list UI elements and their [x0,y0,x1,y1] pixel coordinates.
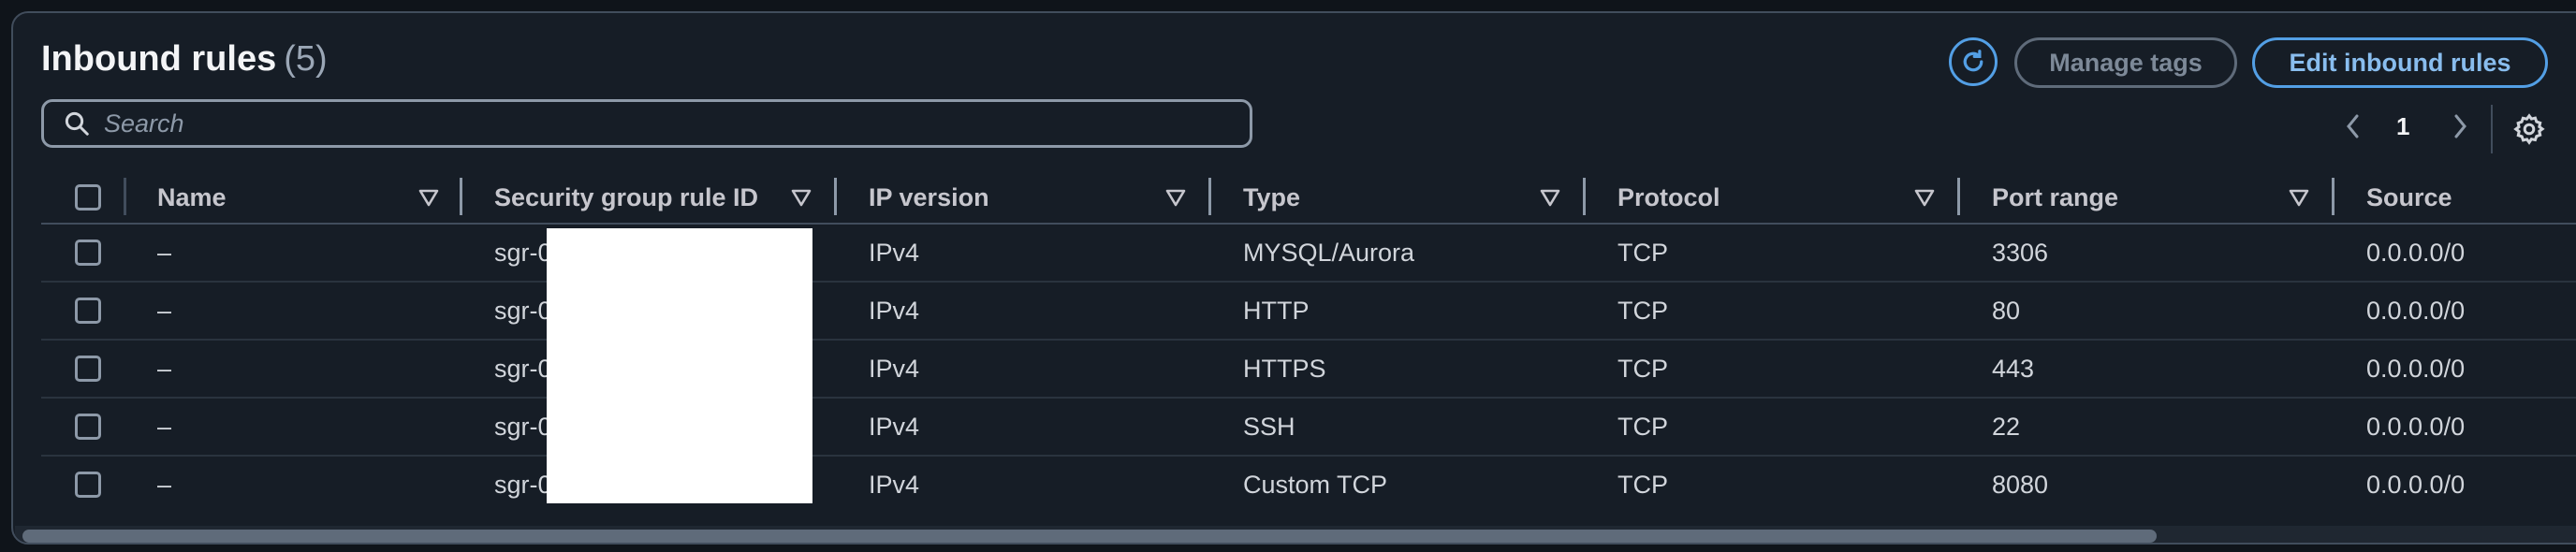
chevron-left-icon [2347,114,2359,138]
cell-port-range: 443 [1992,354,2035,383]
edit-inbound-rules-button[interactable]: Edit inbound rules [2252,37,2548,88]
column-header-rule-id[interactable]: Security group rule ID [494,172,758,223]
column-divider[interactable] [1208,178,1211,215]
cell-source: 0.0.0.0/0 [2366,470,2466,499]
cell-type: Custom TCP [1243,470,1388,499]
rule-count: (5) [284,39,328,79]
chevron-right-icon [2454,114,2466,138]
cell-source: 0.0.0.0/0 [2366,296,2466,325]
sort-icon[interactable] [1164,187,1187,208]
column-header-protocol[interactable]: Protocol [1617,172,1720,223]
cell-type: SSH [1243,412,1295,441]
settings-icon[interactable] [2512,112,2546,146]
cell-rule-id[interactable]: sgr-0 [494,457,552,513]
row-checkbox[interactable] [75,356,101,382]
cell-ip-version: IPv4 [869,354,920,383]
horizontal-scrollbar-thumb[interactable] [22,530,2157,543]
table-row[interactable]: – sgr-0 IPv4 MYSQL/Aurora TCP 3306 0.0.0… [41,225,2576,283]
cell-rule-id[interactable]: sgr-0 [494,225,552,281]
search-placeholder: Search [104,109,184,138]
sort-icon[interactable] [2288,187,2310,208]
column-divider [124,178,126,215]
sort-icon[interactable] [1913,187,1936,208]
manage-tags-button[interactable]: Manage tags [2014,37,2237,88]
cell-type: HTTPS [1243,354,1326,383]
column-header-source[interactable]: Source [2366,172,2452,223]
column-header-ip-version[interactable]: IP version [869,172,989,223]
row-checkbox[interactable] [75,414,101,440]
column-divider[interactable] [834,178,837,215]
cell-protocol: TCP [1617,296,1668,325]
cell-name: – [157,238,172,267]
column-header-type[interactable]: Type [1243,172,1300,223]
search-input[interactable]: Search [41,99,1252,148]
previous-page-button[interactable] [2340,110,2366,142]
table-row[interactable]: – sgr-0 IPv4 HTTPS TCP 443 0.0.0.0/0 [41,341,2576,399]
column-divider[interactable] [460,178,462,215]
cell-port-range: 22 [1992,412,2021,441]
cell-port-range: 3306 [1992,238,2049,267]
cell-rule-id[interactable]: sgr-0 [494,399,552,455]
sort-icon[interactable] [1539,187,1561,208]
row-checkbox[interactable] [75,472,101,498]
cell-ip-version: IPv4 [869,470,920,499]
column-header-port-range[interactable]: Port range [1992,172,2118,223]
column-divider[interactable] [1583,178,1586,215]
next-page-button[interactable] [2447,110,2473,142]
table-header: Name Security group rule ID IP version T… [41,172,2576,225]
cell-name: – [157,296,172,325]
select-all-checkbox[interactable] [75,184,101,211]
row-checkbox[interactable] [75,240,101,266]
cell-name: – [157,470,172,499]
search-icon [65,111,89,136]
table-row[interactable]: – sgr-0 IPv4 HTTP TCP 80 0.0.0.0/0 [41,283,2576,341]
column-divider[interactable] [1957,178,1960,215]
cell-source: 0.0.0.0/0 [2366,238,2466,267]
table-row[interactable]: – sgr-0 IPv4 SSH TCP 22 0.0.0.0/0 [41,399,2576,457]
cell-source: 0.0.0.0/0 [2366,412,2466,441]
cell-ip-version: IPv4 [869,412,920,441]
cell-name: – [157,412,172,441]
cell-rule-id[interactable]: sgr-0 [494,283,552,339]
redaction-block [547,228,812,503]
table-row[interactable]: – sgr-0 IPv4 Custom TCP TCP 8080 0.0.0.0… [41,457,2576,515]
column-header-name[interactable]: Name [157,172,227,223]
cell-protocol: TCP [1617,238,1668,267]
cell-source: 0.0.0.0/0 [2366,354,2466,383]
cell-rule-id[interactable]: sgr-0 [494,341,552,397]
pagination-divider [2491,105,2493,153]
page-title: Inbound rules (5) [41,39,328,80]
cell-type: MYSQL/Aurora [1243,238,1415,267]
refresh-icon [1963,50,1983,72]
refresh-button[interactable] [1949,37,1998,86]
cell-ip-version: IPv4 [869,238,920,267]
cell-protocol: TCP [1617,412,1668,441]
cell-name: – [157,354,172,383]
cell-type: HTTP [1243,296,1310,325]
row-checkbox[interactable] [75,298,101,324]
cell-port-range: 80 [1992,296,2021,325]
cell-protocol: TCP [1617,470,1668,499]
current-page[interactable]: 1 [2396,112,2409,141]
sort-icon[interactable] [417,187,440,208]
cell-protocol: TCP [1617,354,1668,383]
cell-port-range: 8080 [1992,470,2049,499]
inbound-rules-panel: Inbound rules (5) Manage tags Edit inboun… [11,11,2576,545]
title-text: Inbound rules [41,39,277,79]
column-divider[interactable] [2332,178,2334,215]
cell-ip-version: IPv4 [869,296,920,325]
sort-icon[interactable] [790,187,812,208]
